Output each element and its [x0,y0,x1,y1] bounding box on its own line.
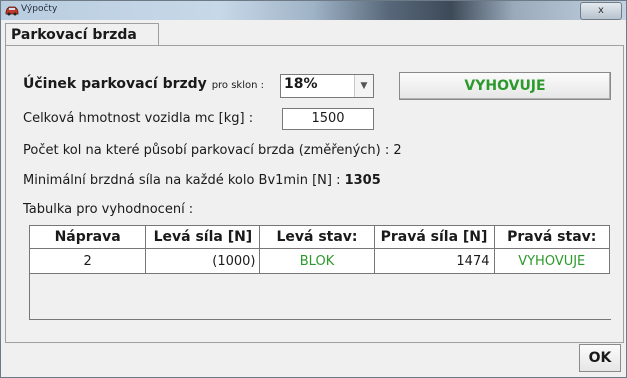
cell-right-force: 1474 [373,248,495,274]
close-icon: x [598,5,604,16]
window-title: Výpočty [21,4,58,14]
mass-input[interactable]: 1500 [282,108,374,130]
cell-left-force: (1000) [145,248,261,274]
ok-button[interactable]: OK [579,344,621,372]
header-left-force: Levá síla [N] [145,225,261,249]
min-force-value: 1305 [344,173,381,188]
effect-label: Účinek parkovací brzdy [23,76,207,92]
slope-label: pro sklon : [211,80,265,91]
min-force-line: Minimální brzdná síla na každé kolo Bv1m… [23,173,381,188]
car-icon [5,4,19,16]
table-caption: Tabulka pro vyhodnocení : [23,202,194,217]
header-left-state: Levá stav: [259,225,375,249]
slope-select[interactable]: 18% ▼ [280,74,374,98]
min-force-label: Minimální brzdná síla na každé kolo Bv1m… [23,173,341,188]
mass-label: Celková hmotnost vozidla mc [kg] : [23,111,254,126]
header-right-force: Pravá síla [N] [373,225,495,249]
slope-value: 18% [284,76,318,92]
close-button[interactable]: x [580,2,622,20]
tab-parking-brake[interactable]: Parkovací brzda [5,23,159,46]
evaluation-table: Náprava Levá síla [N] Levá stav: Pravá s… [28,225,610,274]
header-axle: Náprava [28,225,147,249]
chevron-down-icon[interactable]: ▼ [354,75,373,97]
cell-axle: 2 [28,248,147,274]
table-header-row: Náprava Levá síla [N] Levá stav: Pravá s… [28,225,610,249]
effect-heading: Účinek parkovací brzdy pro sklon : [23,76,264,92]
cell-right-state: VYHOVUJE [493,248,610,274]
dialog-window: Výpočty x Parkovací brzda Účinek parkova… [0,0,627,378]
table-row[interactable]: 2 (1000) BLOK 1474 VYHOVUJE [28,248,610,274]
header-right-state: Pravá stav: [493,225,610,249]
wheel-count-label: Počet kol na které působí parkovací brzd… [23,143,390,158]
cell-left-state: BLOK [259,248,375,274]
title-bar[interactable]: Výpočty x [1,1,626,20]
status-result-button[interactable]: VYHOVUJE [399,72,611,100]
tab-bar: Parkovací brzda [5,23,621,46]
wheel-count-value: 2 [393,143,402,158]
wheel-count-line: Počet kol na které působí parkovací brzd… [23,143,402,158]
